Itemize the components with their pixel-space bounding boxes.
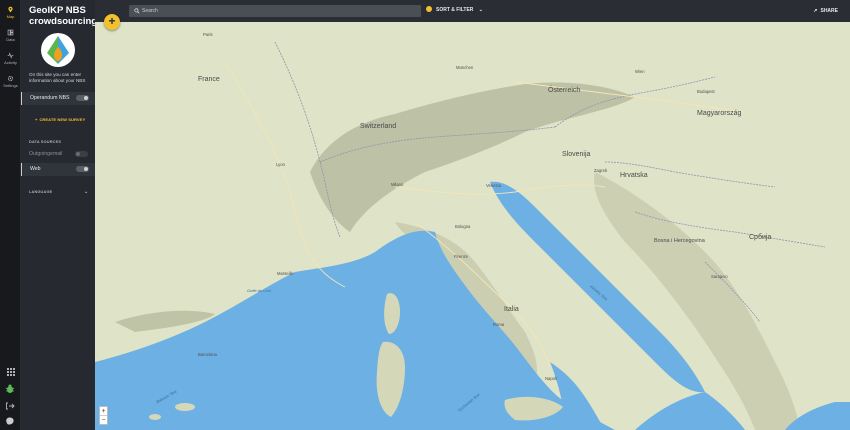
apps-grid-icon[interactable] [3,367,17,377]
map-label-city: Bologna [455,224,471,229]
settings-icon [7,75,14,82]
data-sources-heading: DATA SOURCES [29,140,62,144]
survey-toggle[interactable] [76,95,89,101]
zoom-out-button[interactable]: − [100,416,107,425]
rail-item-label: Map [6,14,15,19]
bug-icon[interactable] [3,384,17,394]
zoom-in-button[interactable]: + [100,407,107,416]
data-icon [7,29,14,36]
map-label-city: Marseille [277,271,294,276]
map-label-sea: Golfe du Lion [247,288,271,293]
activity-icon [7,52,14,59]
survey-item[interactable]: Operandum NBS [21,92,95,105]
map-label-city: Lyon [276,162,285,167]
chevron-down-icon: ⌄ [478,7,483,13]
map-label-country: Österreich [548,87,581,94]
create-survey-button[interactable]: + CREATE NEW SURVEY [35,117,85,122]
map-label-city: Venezia [486,183,501,188]
map-label-city: Paris [203,32,213,37]
map-label-country: Bosna i Hercegovina [654,238,705,244]
top-bar: Search SORT & FILTER ⌄ ↗ SHARE [95,0,850,22]
data-source-item[interactable]: Outgoingemail [21,148,95,161]
rail-item-label: Settings [3,83,18,88]
rail-item-label: Activity [4,60,17,65]
map-pin-icon [8,6,13,13]
rail-item-settings[interactable]: Settings [0,75,21,88]
plus-icon: + [35,117,38,122]
plus-icon: + [108,14,116,28]
rail-item-map[interactable]: Map [0,6,21,19]
map-label-country: Србија [749,234,772,241]
language-dropdown[interactable]: LANGUAGE ⌄ [29,189,88,195]
map-canvas[interactable]: France Switzerland Österreich Magyarorsz… [95,22,850,430]
map-label-country: Magyarország [697,110,742,117]
basemap [95,22,850,430]
map-label-city: Roma [493,322,505,327]
rail-item-label: Data [6,37,15,42]
data-source-label: Web [30,166,41,172]
search-placeholder: Search [142,8,158,14]
panel-description: On this site you can enter information a… [29,72,86,83]
search-icon [134,8,140,14]
map-label-city: Wien [635,69,645,74]
map-label-country: France [198,76,220,83]
app-title: GeoIKP NBS crowdsourcing [29,5,98,27]
data-source-item[interactable]: Web [21,163,95,176]
chevron-down-icon: ⌄ [84,189,89,195]
map-label-city: München [456,65,474,70]
zoom-control: + − [99,406,108,425]
data-source-toggle[interactable] [76,166,89,172]
app-logo [41,33,75,67]
map-label-country: Italia [504,306,519,313]
search-input[interactable]: Search [129,5,421,17]
survey-label: Operandum NBS [30,95,70,101]
map-label-city: Sarajevo [711,274,728,279]
rail-item-activity[interactable]: Activity [0,52,21,65]
sort-filter-button[interactable]: SORT & FILTER ⌄ [426,6,483,16]
rail-item-data[interactable]: Data [0,29,21,42]
map-label-country: Hrvatska [620,172,648,179]
map-label-country: Switzerland [360,123,397,130]
share-button[interactable]: ↗ SHARE [813,8,838,14]
map-label-city: Barcelona [198,352,217,357]
side-panel: GeoIKP NBS crowdsourcing On this site yo… [21,0,98,430]
add-entry-button[interactable]: + [104,14,120,30]
data-source-label: Outgoingemail [29,151,63,157]
map-label-city: Firenze [454,254,468,259]
data-source-toggle[interactable] [75,151,88,157]
map-label-city: Zagreb [594,168,608,173]
map-label-country: Slovenija [562,151,591,158]
icon-rail: Map Data Activity Settings [0,0,21,430]
brain-icon[interactable] [3,416,17,426]
map-label-city: Budapest [697,89,715,94]
map-label-city: Napoli [545,376,557,381]
filter-icon [426,6,432,12]
logout-icon[interactable] [3,401,17,411]
share-icon: ↗ [813,8,818,14]
map-label-city: Milano [391,182,404,187]
